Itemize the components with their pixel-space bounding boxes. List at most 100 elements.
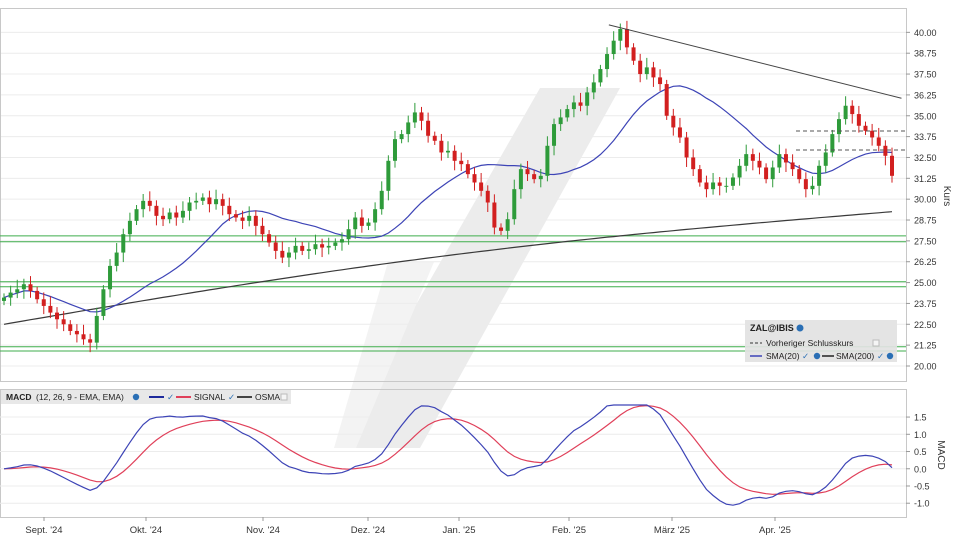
candle-body — [492, 202, 497, 228]
price-tick-label: 31.25 — [914, 174, 937, 184]
candle-body — [180, 210, 185, 218]
candle-body — [200, 197, 205, 201]
candle-body — [803, 179, 808, 190]
macd-check-icon[interactable]: ✓ — [167, 392, 174, 402]
signal-check-icon[interactable]: ✓ — [228, 392, 235, 402]
candle-body — [419, 112, 424, 121]
instrument-info-icon[interactable] — [796, 324, 804, 332]
candle-body — [293, 245, 298, 253]
price-tick-label: 22.50 — [914, 320, 937, 330]
candle-body — [386, 160, 391, 191]
price-tick-label: 20.00 — [914, 361, 937, 371]
x-tick-label: Okt. '24 — [130, 525, 162, 536]
macd-tick-label: 0.5 — [914, 447, 927, 457]
instrument-name: ZAL@IBIS — [750, 323, 794, 333]
x-tick-label: Apr. '25 — [759, 525, 791, 536]
price-tick-label: 40.00 — [914, 28, 937, 38]
candle-body — [571, 102, 576, 110]
candle-body — [114, 252, 119, 266]
candle-body — [94, 315, 99, 343]
candle-body — [465, 164, 470, 175]
candle-body — [684, 137, 689, 158]
sma200-settings-icon[interactable] — [886, 352, 894, 360]
candle-body — [220, 199, 225, 206]
candle-body — [890, 155, 894, 176]
price-tick-label: 32.50 — [914, 153, 937, 163]
candle-body — [850, 105, 855, 115]
candle-body — [518, 169, 523, 190]
candle-body — [366, 222, 371, 226]
candle-body — [339, 239, 344, 243]
candle-body — [545, 145, 550, 176]
candle-body — [432, 135, 437, 141]
candle-body — [677, 127, 682, 138]
candle-body — [253, 215, 258, 226]
candle-body — [737, 165, 742, 178]
candle-body — [260, 225, 265, 235]
price-tick-label: 30.00 — [914, 195, 937, 205]
candle-body — [306, 249, 311, 251]
macd-tick-label: 1.5 — [914, 413, 927, 423]
sma20-settings-icon[interactable] — [813, 352, 821, 360]
candle-body — [691, 157, 696, 170]
price-tick-label: 25.00 — [914, 278, 937, 288]
price-tick-label: 28.75 — [914, 216, 937, 226]
candle-body — [247, 215, 252, 221]
candle-body — [373, 209, 378, 223]
candle-body — [359, 217, 364, 226]
candle-body — [406, 122, 411, 135]
macd-settings-icon[interactable] — [132, 393, 140, 401]
candle-body — [770, 167, 775, 180]
candle-body — [280, 250, 285, 258]
previous-close-toggle[interactable] — [872, 339, 880, 347]
candle-body — [651, 67, 656, 78]
candle-body — [883, 145, 888, 156]
candle-body — [240, 217, 245, 221]
candle-body — [74, 330, 79, 335]
candle-body — [267, 234, 272, 243]
price-tick-label: 27.50 — [914, 236, 937, 246]
candle-body — [485, 190, 490, 203]
price-tick-label: 23.75 — [914, 299, 937, 309]
sma200-check-icon[interactable]: ✓ — [877, 351, 884, 361]
sma20-check-icon[interactable]: ✓ — [802, 351, 809, 361]
candle-body — [273, 242, 278, 251]
sma20-legend: SMA(20) — [766, 351, 800, 361]
candle-body — [624, 29, 629, 48]
candle-body — [598, 69, 603, 83]
candle-body — [207, 197, 212, 205]
candle-body — [61, 319, 66, 325]
candle-body — [591, 82, 596, 93]
x-tick-label: März '25 — [654, 525, 690, 536]
x-tick-label: Feb. '25 — [552, 525, 586, 536]
candle-body — [538, 175, 543, 180]
candle-body — [644, 67, 649, 75]
candle-body — [313, 244, 318, 250]
candle-body — [108, 265, 113, 290]
macd-legend: MACD (12, 26, 9 - EMA, EMA) ✓ SIGNAL ✓ O… — [1, 390, 291, 404]
macd-legend-params: (12, 26, 9 - EMA, EMA) — [36, 392, 124, 402]
candle-body — [717, 182, 722, 186]
candle-body — [565, 109, 570, 118]
price-tick-label: 21.25 — [914, 341, 937, 351]
candle-body — [525, 169, 530, 175]
candle-body — [41, 299, 46, 306]
x-tick-label: Jan. '25 — [443, 525, 476, 536]
candle-body — [512, 189, 517, 220]
candle-body — [233, 214, 238, 218]
signal-legend: SIGNAL — [194, 392, 225, 402]
previous-close-legend: Vorheriger Schlusskurs — [766, 338, 853, 348]
candle-body — [558, 117, 563, 125]
candle-body — [141, 200, 146, 210]
instrument-legend: ZAL@IBIS Vorheriger Schlusskurs SMA(20) … — [745, 320, 897, 362]
candle-body — [532, 174, 537, 180]
candle-body — [856, 114, 861, 126]
candle-body — [459, 160, 464, 165]
x-tick-label: Dez. '24 — [351, 525, 386, 536]
candle-body — [346, 229, 351, 240]
candle-body — [121, 234, 126, 253]
candle-body — [863, 125, 868, 131]
candle-body — [479, 182, 484, 191]
candle-body — [499, 227, 504, 231]
osma-toggle[interactable] — [280, 393, 288, 401]
